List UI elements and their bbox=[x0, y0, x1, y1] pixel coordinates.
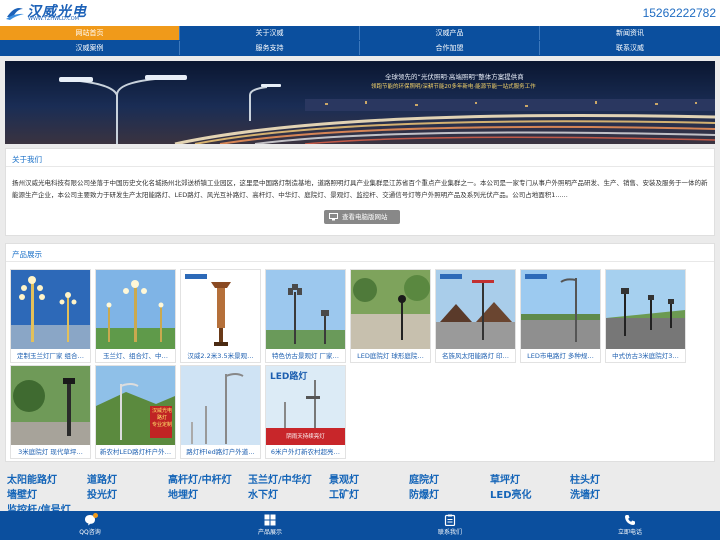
nav-item-cases[interactable]: 汉威案例 bbox=[0, 41, 180, 55]
product-caption: 定制玉兰灯厂家 组合… bbox=[16, 352, 85, 360]
banner-slogan-2: 领跑节能的环保照明/深耕节能20多年新电·能源节能一站式服务工作 bbox=[371, 82, 536, 90]
product-image bbox=[11, 366, 90, 445]
product-caption: 玉兰灯、组合灯、中… bbox=[103, 352, 168, 360]
product-caption: 路灯杆led路灯户外道… bbox=[186, 448, 255, 456]
category-link[interactable]: 投光灯 bbox=[87, 489, 117, 503]
bottom-qq-button[interactable]: QQ咨询 bbox=[0, 511, 180, 540]
bottom-products-label: 产品展示 bbox=[257, 529, 282, 536]
category-link[interactable]: 防爆灯 bbox=[409, 489, 439, 503]
product-card[interactable]: 定制玉兰灯厂家 组合… bbox=[10, 269, 91, 363]
category-link[interactable]: 草坪灯 bbox=[490, 474, 520, 488]
main-nav: 网站首页 关于汉威 汉威产品 新闻资讯 汉威案例 服务支持 合作加盟 联系汉威 bbox=[0, 26, 720, 56]
product-image bbox=[266, 270, 345, 349]
category-link[interactable]: 墙壁灯 bbox=[7, 489, 37, 503]
site-header: 汉威光电 WWW.YZHWLD.COM 15262222782 bbox=[0, 0, 720, 26]
product-card[interactable]: 汉威2.2米3.5米景观… bbox=[180, 269, 261, 363]
product-card[interactable]: LED庭院灯 球形庭院… bbox=[350, 269, 431, 363]
product-poster-title: LED路灯 bbox=[270, 372, 308, 382]
hero-banner[interactable]: 全球领先的“光伏照明·高端照明”整体方案提供商 领跑节能的环保照明/深耕节能20… bbox=[5, 61, 715, 144]
bottom-call-button[interactable]: 立即电话 bbox=[540, 511, 720, 540]
bottom-contact-label: 联系我们 bbox=[437, 529, 462, 536]
product-card[interactable]: 中式仿古3米庭院灯3… bbox=[605, 269, 686, 363]
product-card[interactable]: 路灯杆led路灯户外道… bbox=[180, 365, 261, 459]
nav-item-news[interactable]: 新闻资讯 bbox=[540, 26, 720, 40]
bottom-contact-button[interactable]: 联系我们 bbox=[360, 511, 540, 540]
category-link[interactable]: 水下灯 bbox=[248, 489, 278, 503]
clipboard-icon bbox=[444, 514, 456, 526]
nav-item-join[interactable]: 合作加盟 bbox=[360, 41, 540, 55]
logo-url: WWW.YZHWLD.COM bbox=[28, 16, 79, 22]
product-caption: 名族风太阳能路灯 印… bbox=[441, 352, 510, 360]
product-caption: 特色仿古景观灯 厂家… bbox=[271, 352, 340, 360]
products-title: 产品展示 bbox=[6, 244, 714, 262]
bottom-toolbar: QQ咨询 产品展示 联系我们 立即电话 bbox=[0, 511, 720, 540]
nav-item-about[interactable]: 关于汉威 bbox=[180, 26, 360, 40]
bottom-products-button[interactable]: 产品展示 bbox=[180, 511, 360, 540]
product-card[interactable]: 3米庭院灯 现代草坪… bbox=[10, 365, 91, 459]
about-section: 关于我们 扬州汉威光电科技有限公司坐落于中国历史文化名城扬州北郊送桥镇工业园区，… bbox=[5, 148, 715, 236]
product-card[interactable]: 玉兰灯、组合灯、中… bbox=[95, 269, 176, 363]
grid-icon bbox=[264, 514, 276, 526]
nav-item-service[interactable]: 服务支持 bbox=[180, 41, 360, 55]
product-sign: 汉威光电 路灯 专业定制 bbox=[151, 408, 172, 428]
product-image bbox=[181, 270, 260, 349]
phone-icon bbox=[625, 515, 635, 525]
product-image bbox=[11, 270, 90, 349]
product-card[interactable]: 特色仿古景观灯 厂家… bbox=[265, 269, 346, 363]
product-image bbox=[436, 270, 515, 349]
header-phone[interactable]: 15262222782 bbox=[643, 6, 716, 20]
product-image bbox=[521, 270, 600, 349]
category-link[interactable]: 道路灯 bbox=[87, 474, 117, 488]
product-caption: 中式仿古3米庭院灯3… bbox=[612, 352, 679, 360]
product-caption: LED市电路灯 多种规… bbox=[527, 352, 594, 360]
category-link[interactable]: 太阳能路灯 bbox=[7, 474, 57, 488]
logo-mark-icon bbox=[6, 8, 24, 20]
banner-image: 全球领先的“光伏照明·高端照明”整体方案提供商 领跑节能的环保照明/深耕节能20… bbox=[5, 61, 715, 144]
view-desktop-button[interactable]: 查看电脑版网站 bbox=[324, 210, 400, 224]
site-logo[interactable]: 汉威光电 WWW.YZHWLD.COM bbox=[5, 2, 95, 24]
product-card[interactable]: 6米户外灯新农村超亮… LED路灯 阴雨天持续亮灯 bbox=[265, 365, 346, 459]
product-caption: 3米庭院灯 现代草坪… bbox=[18, 448, 83, 456]
product-caption: 6米户外灯新农村超亮… bbox=[270, 448, 341, 456]
nav-item-products[interactable]: 汉威产品 bbox=[360, 26, 540, 40]
product-caption: 汉威2.2米3.5米景观… bbox=[187, 352, 254, 360]
product-poster-banner: 阴雨天持续亮灯 bbox=[286, 434, 325, 440]
product-caption: LED庭院灯 球形庭院… bbox=[357, 352, 424, 360]
product-card[interactable]: 新农村LED路灯杆户外… 汉威光电 路灯 专业定制 bbox=[95, 365, 176, 459]
category-link[interactable]: 庭院灯 bbox=[409, 474, 439, 488]
product-caption: 新农村LED路灯杆户外… bbox=[99, 448, 172, 456]
category-link[interactable]: 柱头灯 bbox=[570, 474, 600, 488]
bottom-qq-label: QQ咨询 bbox=[79, 529, 101, 536]
product-image bbox=[606, 270, 685, 349]
product-image bbox=[96, 366, 175, 445]
product-card[interactable]: LED市电路灯 多种规… bbox=[520, 269, 601, 363]
notification-dot bbox=[93, 513, 98, 518]
nav-item-home[interactable]: 网站首页 bbox=[0, 26, 180, 40]
nav-item-contact[interactable]: 联系汉威 bbox=[540, 41, 720, 55]
about-description: 扬州汉威光电科技有限公司坐落于中国历史文化名城扬州北郊送桥镇工业园区，这里是中国… bbox=[12, 179, 708, 199]
category-link[interactable]: 工矿灯 bbox=[329, 489, 359, 503]
product-image bbox=[181, 366, 260, 445]
banner-slogan-1: 全球领先的“光伏照明·高端照明”整体方案提供商 bbox=[385, 72, 524, 81]
category-link[interactable]: 景观灯 bbox=[329, 474, 359, 488]
product-image bbox=[351, 270, 430, 349]
bottom-call-label: 立即电话 bbox=[617, 529, 642, 536]
category-link[interactable]: 洗墙灯 bbox=[570, 489, 600, 503]
category-link[interactable]: 高杆灯/中杆灯 bbox=[168, 474, 232, 488]
about-title: 关于我们 bbox=[6, 149, 714, 167]
category-link[interactable]: 地埋灯 bbox=[168, 489, 198, 503]
product-image bbox=[96, 270, 175, 349]
category-link[interactable]: LED亮化 bbox=[490, 489, 532, 503]
product-card[interactable]: 名族风太阳能路灯 印… bbox=[435, 269, 516, 363]
category-links: 太阳能路灯 道路灯 高杆灯/中杆灯 玉兰灯/中华灯 景观灯 庭院灯 草坪灯 柱头… bbox=[0, 470, 720, 512]
view-desktop-label: 查看电脑版网站 bbox=[342, 213, 388, 221]
monitor-icon bbox=[329, 213, 338, 221]
products-section: 产品展示 定制玉兰灯厂家 组合… 玉兰灯、组合灯、中… 汉威2.2米3.5米景观… bbox=[5, 243, 715, 462]
category-link[interactable]: 玉兰灯/中华灯 bbox=[248, 474, 312, 488]
